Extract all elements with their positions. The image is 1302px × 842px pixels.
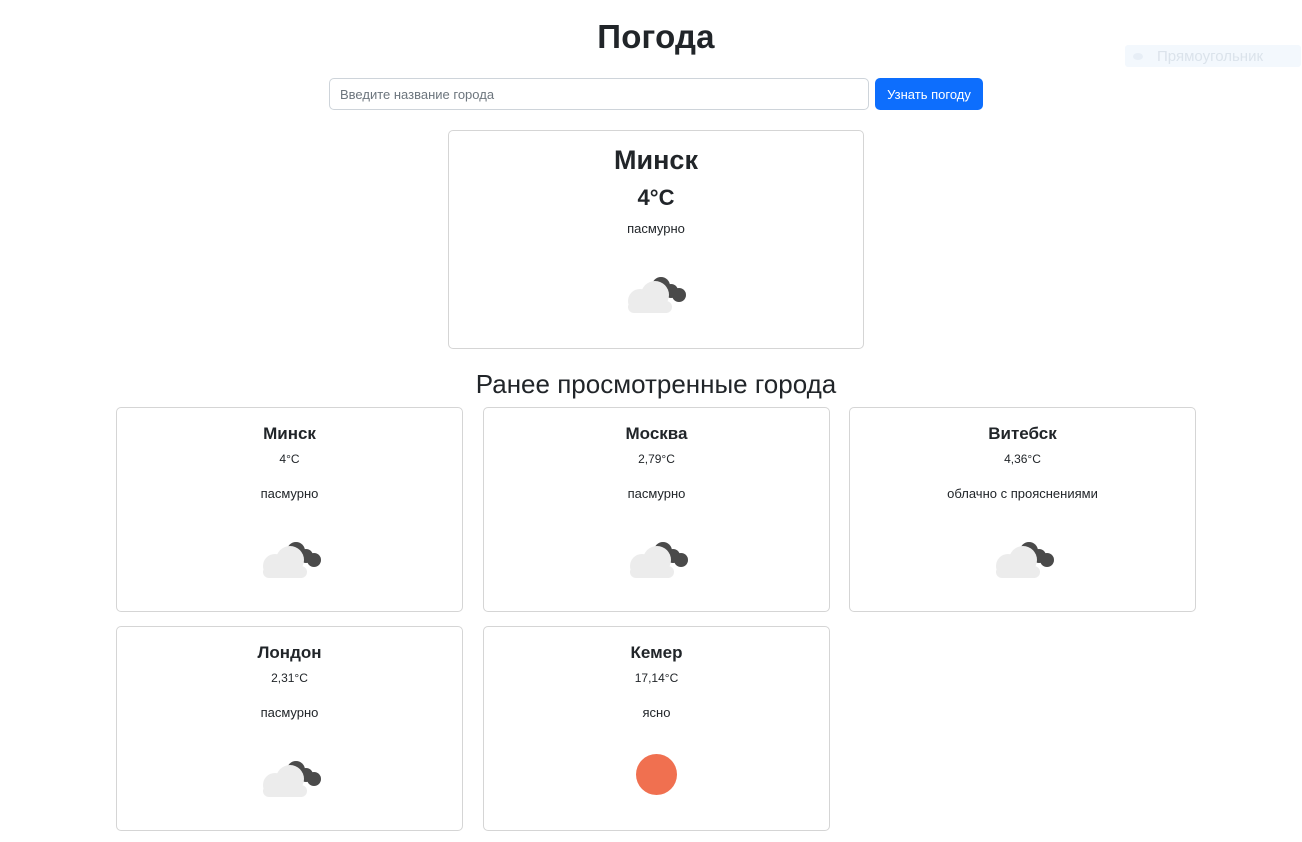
eye-icon: [1133, 52, 1143, 60]
city-search-input[interactable]: [329, 78, 869, 110]
recent-city-temperature: 2,31°C: [271, 671, 308, 685]
sun-icon: [636, 754, 677, 795]
recent-city-name: Кемер: [630, 643, 683, 662]
page-title: Погода: [597, 18, 715, 55]
overcast-cloud-icon: [628, 277, 686, 313]
overcast-cloud-icon: [630, 542, 688, 578]
recent-city-name: Витебск: [988, 424, 1057, 443]
current-city-name: Минск: [614, 145, 698, 175]
recent-city-card[interactable]: Витебск 4,36°C облачно с прояснениями: [849, 407, 1196, 612]
recent-city-card[interactable]: Кемер 17,14°C ясно: [483, 626, 830, 831]
rectangle-overlay-chip: Прямоугольник: [1125, 45, 1301, 67]
recent-city-name: Лондон: [257, 643, 322, 662]
recent-city-description: пасмурно: [260, 486, 319, 501]
recent-city-description: пасмурно: [260, 705, 319, 720]
recent-city-temperature: 4°C: [279, 452, 300, 466]
recent-city-description: облачно с прояснениями: [947, 486, 1098, 501]
overcast-cloud-icon: [263, 542, 321, 578]
get-weather-button[interactable]: Узнать погоду: [875, 78, 983, 110]
recent-city-name: Минск: [263, 424, 316, 443]
current-weather-card: Минск 4°C пасмурно: [448, 130, 864, 349]
recent-city-card[interactable]: Москва 2,79°C пасмурно: [483, 407, 830, 612]
recent-city-temperature: 4,36°C: [1004, 452, 1041, 466]
recent-city-card[interactable]: Лондон 2,31°C пасмурно: [116, 626, 463, 831]
overcast-cloud-icon: [996, 542, 1054, 578]
current-temperature: 4°C: [637, 185, 675, 210]
recent-city-temperature: 17,14°C: [634, 671, 679, 685]
recent-city-description: ясно: [642, 705, 671, 720]
recent-city-name: Москва: [625, 424, 688, 443]
recent-cities-title: Ранее просмотренные города: [475, 369, 837, 399]
recent-city-card[interactable]: Минск 4°C пасмурно: [116, 407, 463, 612]
rectangle-overlay-label: Прямоугольник: [1157, 47, 1264, 65]
overcast-cloud-icon: [263, 761, 321, 797]
recent-city-temperature: 2,79°C: [638, 452, 675, 466]
current-description: пасмурно: [627, 221, 685, 236]
recent-city-description: пасмурно: [627, 486, 686, 501]
